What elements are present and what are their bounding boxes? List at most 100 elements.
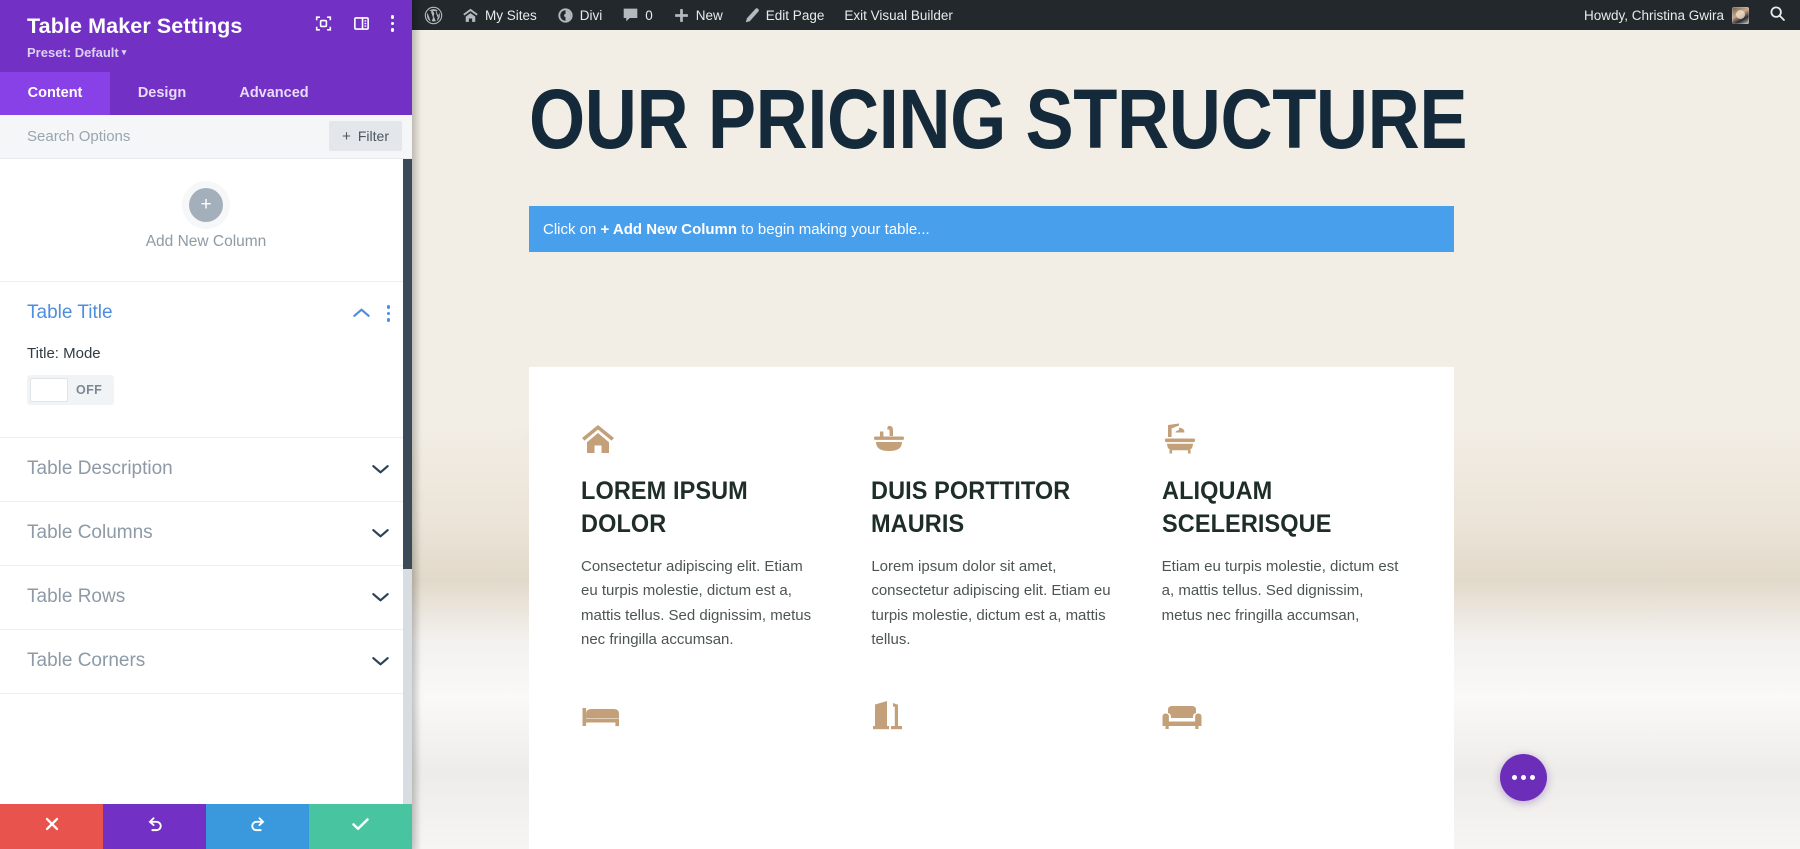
panel-header: Table Maker Settings Preset: Default ▾ [0,0,412,72]
add-column-plus: + [200,194,212,216]
filter-button[interactable]: + Filter [329,121,402,152]
admin-bar-exit-visual-builder[interactable]: Exit Visual Builder [834,0,963,30]
chevron-down-icon[interactable] [371,655,390,667]
redo-button[interactable] [206,804,309,849]
door-icon [871,694,1111,730]
panel-preset-label: Preset: Default [27,44,119,60]
option-group-title: Table Rows [27,586,126,608]
admin-bar-new[interactable]: New [663,0,733,30]
admin-bar-wordpress-logo[interactable] [412,0,452,30]
pricing-card: LOREM IPSUM DOLOR Consectetur adipiscing… [529,367,1454,849]
option-group-table-columns: Table Columns [0,502,412,566]
admin-bar-left: My Sites Divi 0 New Edit Page Exit Visua… [412,0,963,30]
admin-bar-howdy[interactable]: Howdy, Christina Gwira [1574,6,1757,24]
pricing-column: ALIQUAM SCELERISQUE Etiam eu turpis mole… [1162,419,1402,652]
panel-scrollbar-thumb[interactable] [403,158,412,569]
screen-root: OUR PRICING STRUCTURE Click on + Add New… [0,0,1800,849]
option-group-table-title: Table Title Title: Mode OFF [0,282,412,438]
layout-panel-icon[interactable] [353,15,370,32]
pricing-columns-top: LOREM IPSUM DOLOR Consectetur adipiscing… [529,367,1454,652]
pricing-columns-bottom [529,652,1454,730]
search-icon [1769,5,1786,25]
toggle-knob [30,377,68,402]
howdy-label: Howdy, Christina Gwira [1583,7,1724,23]
checkmark-icon [351,816,370,837]
pricing-column-title: ALIQUAM SCELERISQUE [1161,477,1332,538]
pricing-column-body: Etiam eu turpis molestie, dictum est a, … [1161,558,1399,624]
admin-bar-edit-page-label: Edit Page [765,7,825,23]
option-group-table-corners: Table Corners [0,630,412,694]
panel-scrollbar[interactable] [403,158,412,804]
option-group-header[interactable]: Table Columns [0,502,412,565]
option-group-header[interactable]: Table Description [0,438,412,501]
notice-bold: + Add New Column [600,220,738,238]
pricing-column-body: Lorem ipsum dolor sit amet, consectetur … [871,558,1111,648]
undo-arrow-icon [146,815,164,838]
chevron-down-icon[interactable] [371,463,390,475]
admin-bar-divi[interactable]: Divi [547,0,613,30]
title-mode-label: Title: Mode [27,344,101,362]
search-input[interactable] [27,127,330,145]
focus-target-icon[interactable] [315,15,332,32]
panel-preset[interactable]: Preset: Default ▾ [27,45,394,60]
chevron-down-icon[interactable] [371,591,390,603]
avatar [1732,6,1749,24]
notice-prefix: Click on [543,220,601,238]
add-new-column-label: Add New Column [145,232,267,250]
admin-bar-comments-count: 0 [645,7,653,23]
ellipsis-icon [1512,775,1535,780]
plus-icon [673,7,690,24]
house-icon [581,419,821,455]
panel-footer-actions [0,804,412,849]
floating-options-button[interactable] [1500,754,1547,801]
tab-design[interactable]: Design [110,71,214,115]
option-group-body: Title: Mode OFF [0,345,412,437]
add-new-column-button[interactable]: + Add New Column [0,159,412,282]
option-group-title: Table Title [27,302,113,324]
search-options-bar: + Filter [0,114,412,159]
option-group-title: Table Corners [27,650,146,672]
title-mode-toggle[interactable]: OFF [27,374,115,405]
option-group-title: Table Columns [27,522,153,544]
filter-button-label: Filter [357,128,389,145]
pricing-column: LOREM IPSUM DOLOR Consectetur adipiscing… [581,419,821,652]
admin-bar-my-sites[interactable]: My Sites [452,0,547,30]
toggle-state-label: OFF [76,382,103,397]
chevron-down-icon[interactable] [371,527,390,539]
pricing-column-body: Consectetur adipiscing elit. Etiam eu tu… [581,558,812,648]
option-group-header[interactable]: Table Corners [0,630,412,693]
save-button[interactable] [309,804,412,849]
admin-bar-edit-page[interactable]: Edit Page [733,0,835,30]
admin-bar-divi-label: Divi [579,7,603,23]
undo-button[interactable] [103,804,206,849]
option-group-header[interactable]: Table Title [0,282,412,345]
option-group-kebab-icon[interactable] [386,305,390,322]
notice-text: Click on + Add New Column to begin makin… [543,221,930,238]
bed-icon [581,694,821,730]
page-canvas: OUR PRICING STRUCTURE Click on + Add New… [412,0,1800,849]
wp-admin-bar: My Sites Divi 0 New Edit Page Exit Visua… [412,0,1800,30]
chevron-up-icon[interactable] [352,307,371,319]
option-group-table-description: Table Description [0,438,412,502]
bathtub-shower-icon [1162,419,1402,455]
option-group-table-rows: Table Rows [0,566,412,630]
notice-banner: Click on + Add New Column to begin makin… [529,206,1454,252]
pencil-icon [743,7,760,24]
admin-bar-comments[interactable]: 0 [612,0,663,30]
pricing-column-title: LOREM IPSUM DOLOR [581,477,748,538]
plus-circle-icon: + [189,187,223,222]
kebab-menu-icon[interactable] [390,15,394,32]
admin-bar-my-sites-label: My Sites [485,7,537,23]
tab-content[interactable]: Content [0,71,110,115]
tab-advanced[interactable]: Advanced [214,71,334,115]
cancel-button[interactable] [0,804,103,849]
pricing-column [1162,694,1402,730]
wordpress-logo-icon [424,6,443,25]
redo-arrow-icon [249,815,267,838]
pricing-column: DUIS PORTTITOR MAURIS Lorem ipsum dolor … [871,419,1111,652]
admin-bar-search-button[interactable] [1757,5,1800,25]
option-group-header[interactable]: Table Rows [0,566,412,629]
plus-icon: + [342,127,351,145]
panel-body: + Add New Column Table Title Title: Mode [0,158,412,804]
option-group-title: Table Description [27,458,173,480]
